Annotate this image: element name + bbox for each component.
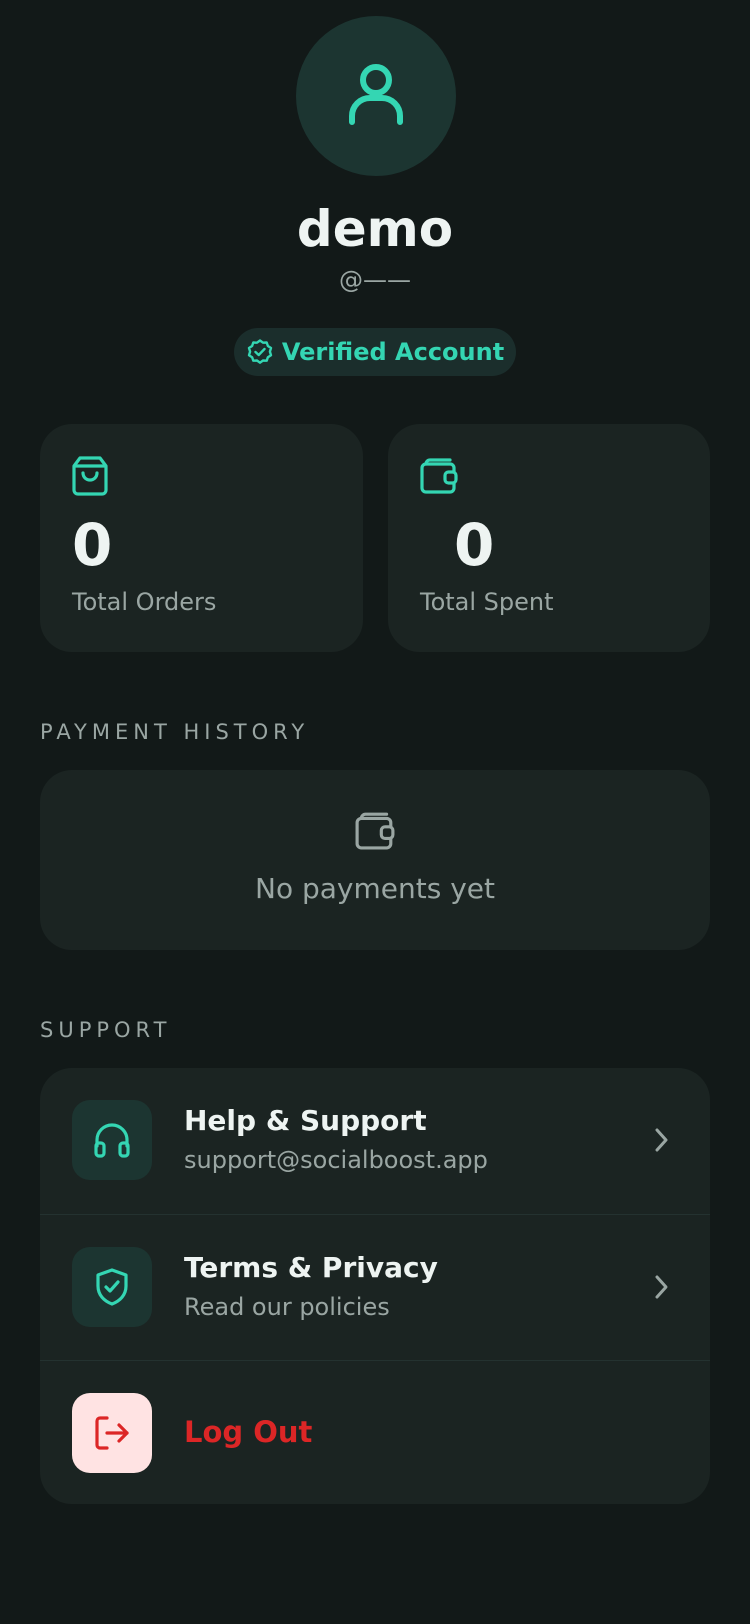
payment-history-empty: No payments yet [40,770,710,950]
help-support-title: Help & Support [184,1104,427,1137]
support-heading: SUPPORT [40,1018,172,1042]
total-spent-label: Total Spent [420,588,554,616]
profile-handle: @—— [339,266,411,294]
shield-check-icon [72,1247,152,1327]
total-spent-card: 0 Total Spent [388,424,710,652]
wallet-icon [355,810,395,854]
headphones-icon [72,1100,152,1180]
shopping-bag-icon [72,456,108,500]
badge-check-icon [247,339,273,364]
avatar [296,16,456,176]
logout-label: Log Out [184,1415,313,1449]
total-orders-card: 0 Total Orders [40,424,363,652]
logout-icon [72,1393,152,1473]
terms-privacy-item[interactable]: Terms & Privacy Read our policies [40,1214,710,1361]
profile-name: demo [296,200,454,258]
total-orders-label: Total Orders [72,588,217,616]
total-orders-value: 0 [72,511,113,579]
user-icon [349,64,403,125]
terms-privacy-subtitle: Read our policies [184,1293,390,1321]
logout-button[interactable]: Log Out [40,1360,710,1504]
terms-privacy-title: Terms & Privacy [184,1251,438,1284]
chevron-right-icon [654,1126,670,1158]
wallet-icon [420,456,458,498]
help-support-item[interactable]: Help & Support support@socialboost.app [40,1068,710,1214]
total-spent-value: 0 [454,511,495,579]
chevron-right-icon [654,1273,670,1305]
payment-history-heading: PAYMENT HISTORY [40,720,310,744]
support-menu: Help & Support support@socialboost.app T… [40,1068,710,1504]
no-payments-text: No payments yet [255,872,495,905]
verified-badge: Verified Account [234,328,516,376]
verified-badge-label: Verified Account [281,338,505,366]
help-support-subtitle: support@socialboost.app [184,1146,488,1174]
